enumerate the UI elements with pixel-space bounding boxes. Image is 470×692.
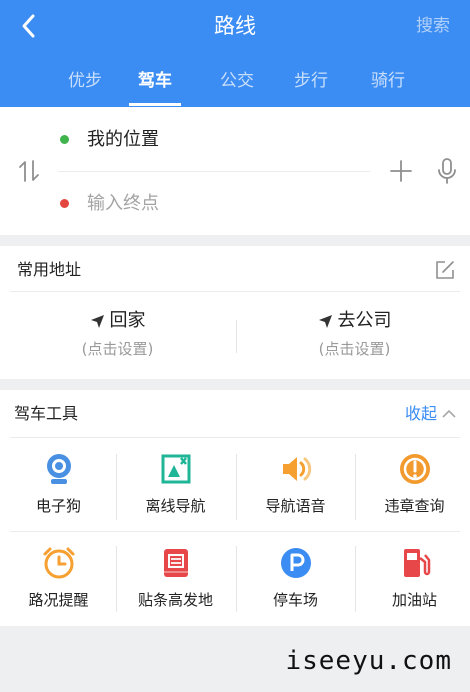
add-waypoint-icon[interactable] xyxy=(389,159,413,183)
divider xyxy=(10,531,460,532)
section-title: 驾车工具 xyxy=(14,404,79,423)
chevron-up-icon xyxy=(442,409,456,418)
destination-input[interactable]: 输入终点 xyxy=(87,191,159,217)
tool-traffic-alert[interactable]: 路况提醒 xyxy=(0,546,117,611)
tool-label: 离线导航 xyxy=(145,497,206,515)
ticket-icon xyxy=(163,549,188,577)
home-hint: (点击设置) xyxy=(81,340,154,358)
start-location[interactable]: 我的位置 xyxy=(87,127,159,153)
home-address-button[interactable]: 回家 (点击设置) xyxy=(0,308,235,360)
speaker-icon xyxy=(282,457,311,481)
active-tab-indicator xyxy=(129,103,181,106)
tab-walk[interactable]: 步行 xyxy=(276,68,346,94)
tool-label: 加油站 xyxy=(391,591,437,609)
camera-icon xyxy=(46,454,71,484)
tool-label: 路况提醒 xyxy=(28,591,89,609)
end-dot-icon xyxy=(60,199,69,208)
swap-icon[interactable] xyxy=(17,158,41,184)
tool-label: 停车场 xyxy=(272,591,318,609)
route-card: 我的位置 输入终点 xyxy=(0,107,470,235)
tool-label: 违章查询 xyxy=(384,497,445,515)
tool-label: 贴条高发地 xyxy=(137,591,213,609)
search-button[interactable]: 搜索 xyxy=(416,12,450,40)
parking-icon xyxy=(280,548,311,578)
offline-map-icon xyxy=(161,454,190,484)
driving-tools-card: 驾车工具 收起 电子狗 离线导航 导航语音 违章查询 路况提醒 贴条高发地 停车… xyxy=(0,390,470,626)
start-dot-icon xyxy=(60,135,69,144)
tool-gas-station[interactable]: 加油站 xyxy=(356,546,470,611)
transport-tabs: 优步 驾车 公交 步行 骑行 xyxy=(0,64,470,107)
tool-offline-nav[interactable]: 离线导航 xyxy=(117,452,234,517)
page-title: 路线 xyxy=(214,14,256,38)
navigation-arrow-icon xyxy=(90,314,104,328)
gas-station-icon xyxy=(403,549,430,577)
section-title: 常用地址 xyxy=(17,260,82,279)
tool-parking[interactable]: 停车场 xyxy=(237,546,354,611)
home-label: 回家 xyxy=(109,310,146,331)
work-address-button[interactable]: 去公司 (点击设置) xyxy=(237,308,470,360)
tab-transit[interactable]: 公交 xyxy=(202,68,272,94)
top-bar: 路线 搜索 优步 驾车 公交 步行 骑行 xyxy=(0,0,470,107)
tool-ticket-hotspots[interactable]: 贴条高发地 xyxy=(117,546,234,611)
navigation-arrow-icon xyxy=(318,314,332,328)
work-hint: (点击设置) xyxy=(318,340,391,358)
tab-uber[interactable]: 优步 xyxy=(50,68,120,94)
tool-violation-query[interactable]: 违章查询 xyxy=(356,452,470,517)
collapse-button[interactable]: 收起 xyxy=(405,402,456,426)
tool-electronic-dog[interactable]: 电子狗 xyxy=(0,452,117,517)
route-divider xyxy=(58,171,370,172)
collapse-label: 收起 xyxy=(404,404,437,423)
tool-nav-voice[interactable]: 导航语音 xyxy=(237,452,354,517)
edit-icon[interactable] xyxy=(433,258,457,282)
tab-drive[interactable]: 驾车 xyxy=(120,68,190,94)
tab-bike[interactable]: 骑行 xyxy=(353,68,423,94)
microphone-icon[interactable] xyxy=(437,157,457,185)
violation-icon xyxy=(399,454,430,484)
watermark: iseeyu.com xyxy=(285,646,452,676)
work-label: 去公司 xyxy=(337,310,392,331)
divider xyxy=(10,437,460,438)
tool-label: 导航语音 xyxy=(265,497,326,515)
alarm-clock-icon xyxy=(43,547,74,579)
divider xyxy=(10,291,460,292)
frequent-addresses-card: 常用地址 回家 (点击设置) 去公司 (点击设置) xyxy=(0,246,470,379)
tool-label: 电子狗 xyxy=(35,497,81,515)
